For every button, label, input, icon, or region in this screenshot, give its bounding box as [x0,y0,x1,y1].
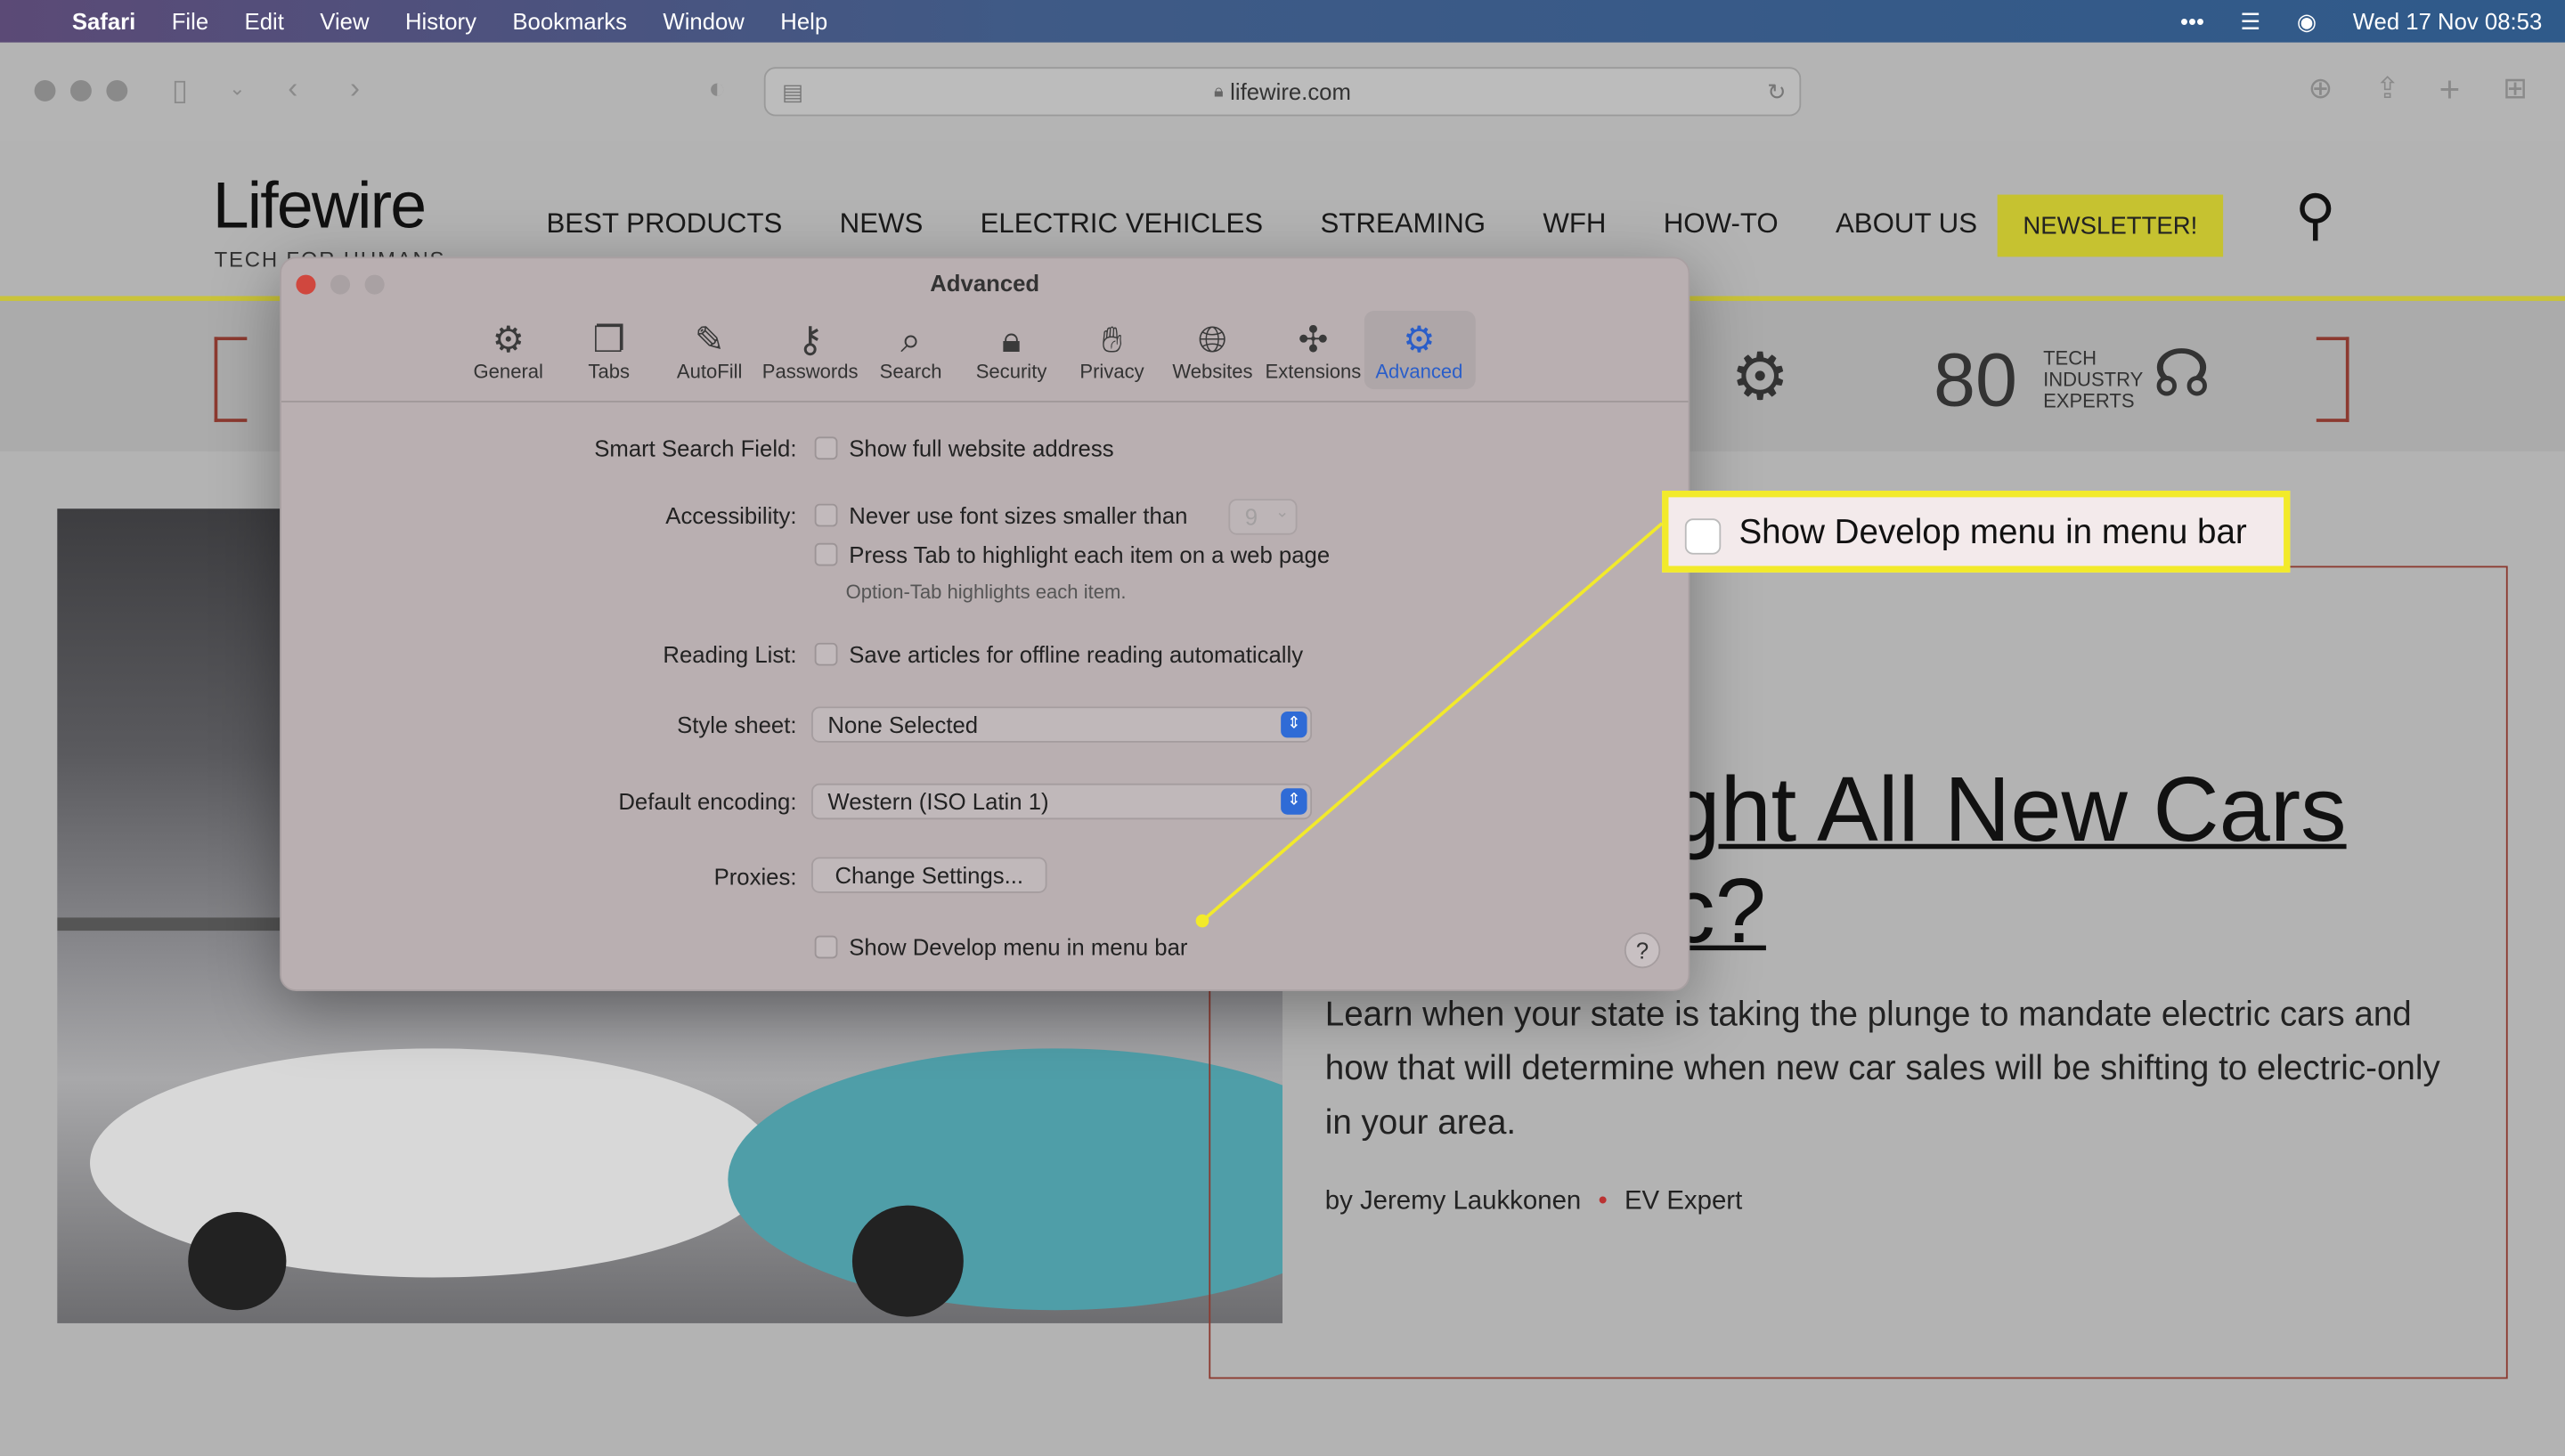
callout-line [1195,522,1664,928]
screen: Safari File Edit View History Bookmarks … [0,0,2565,1456]
callout-pointer-dot [1195,914,1209,928]
callout-highlight: Show Develop menu in menu bar [1662,491,2291,573]
callout-checkbox[interactable] [1684,518,1722,555]
callout-text: Show Develop menu in menu bar [1738,513,2247,551]
callout-pointer-line [1201,522,1664,923]
